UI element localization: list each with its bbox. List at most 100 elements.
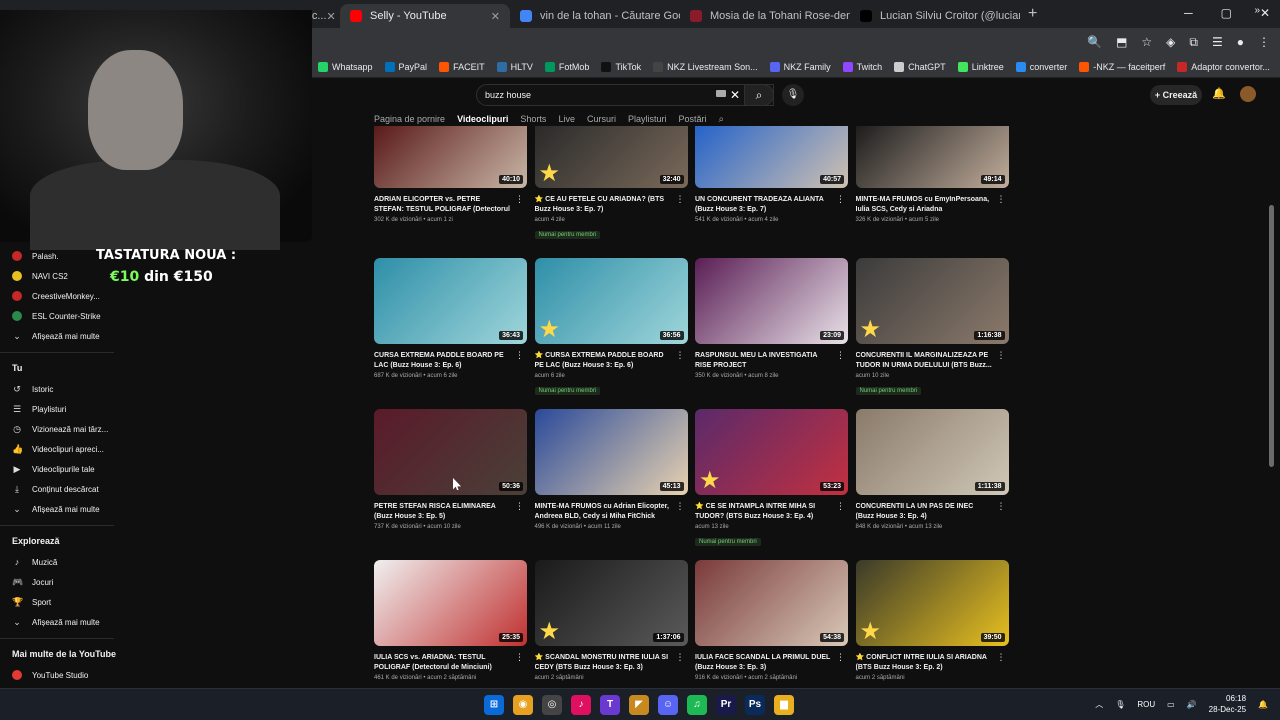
reading-list-icon[interactable]: ☰ — [1212, 35, 1223, 50]
video-card[interactable]: ★ 36:56 ⭐ CURSA EXTREMA PADDLE BOARD PE LA… — [534, 258, 688, 397]
search-button[interactable]: ⌕ — [744, 84, 774, 106]
new-tab-button[interactable]: + — [1028, 5, 1037, 23]
more-options-icon[interactable]: ⋮ — [997, 194, 1006, 205]
video-title[interactable]: ⭐ CE AU FETELE CU ARIADNA? (BTS Buzz Hou… — [535, 195, 673, 215]
bookmark-item[interactable]: Adaptor convertor... — [1177, 61, 1270, 72]
notification-icon[interactable]: 🔔 — [1258, 700, 1268, 709]
bookmark-item[interactable]: PayPal — [384, 61, 427, 72]
video-title[interactable]: IULIA FACE SCANDAL LA PRIMUL DUEL (Buzz … — [695, 653, 833, 673]
more-options-icon[interactable]: ⋮ — [836, 194, 845, 205]
more-options-icon[interactable]: ⋮ — [997, 501, 1006, 512]
premiere-icon[interactable]: Pr — [716, 695, 736, 715]
more-options-icon[interactable]: ⋮ — [836, 501, 845, 512]
chevron-up-icon[interactable]: ︿ — [1095, 699, 1103, 710]
video-card[interactable]: 23:09 RASPUNSUL MEU LA INVESTIGATIA RISE … — [695, 258, 848, 379]
video-title[interactable]: CONCURENTII IL MARGINALIZEAZA PE TUDOR I… — [856, 351, 994, 371]
mic-tray-icon[interactable]: 🎙 — [1115, 700, 1125, 709]
sidebar-item-subscription[interactable]: ESL Counter-Strike — [0, 306, 116, 326]
video-title[interactable]: ADRIAN ELICOPTER vs. PETRE STEFAN: TESTU… — [374, 195, 512, 215]
bookmark-item[interactable]: FACEIT — [439, 61, 485, 72]
video-card[interactable]: ★ 53:23 ⭐ CE SE INTAMPLA INTRE MIHA SI TUD… — [695, 409, 848, 548]
bookmarks-more-icon[interactable]: » — [1254, 5, 1260, 16]
video-title[interactable]: UN CONCURENT TRADEAZA ALIANTA (Buzz Hous… — [695, 195, 833, 215]
sidebar-item[interactable]: ⤓ Conținut descărcat — [0, 479, 116, 499]
sidebar-item[interactable]: 👍 Videoclipuri apreci... — [0, 439, 116, 459]
notifications-bell-icon[interactable]: 🔔 — [1212, 87, 1226, 100]
network-icon[interactable]: ▭ — [1167, 700, 1175, 709]
video-title[interactable]: ⭐ CE SE INTAMPLA INTRE MIHA SI TUDOR? (B… — [695, 502, 833, 522]
video-title[interactable]: MINTE-MA FRUMOS cu EmyInPersoana, Iulia … — [856, 195, 994, 215]
file-explorer-icon[interactable]: ▆ — [774, 695, 794, 715]
video-card[interactable]: 54:38 IULIA FACE SCANDAL LA PRIMUL DUEL (… — [695, 560, 848, 681]
spotify-icon[interactable]: ♫ — [687, 695, 707, 715]
maximize-icon[interactable]: ▢ — [1221, 6, 1232, 20]
more-options-icon[interactable]: ⋮ — [515, 194, 524, 205]
video-title[interactable]: CONCURENTII LA UN PAS DE INEC (Buzz Hous… — [856, 502, 994, 522]
clock[interactable]: 06:18 28-Dec-25 — [1209, 693, 1246, 715]
windows-start-icon[interactable]: ⊞ — [484, 695, 504, 715]
video-card[interactable]: ★ 32:40 ⭐ CE AU FETELE CU ARIADNA? (BTS Bu… — [534, 126, 688, 241]
tab-live[interactable]: Live — [558, 114, 575, 125]
video-title[interactable]: CURSA EXTREMA PADDLE BOARD PE LAC (Buzz … — [374, 351, 512, 371]
chrome-icon[interactable]: ◉ — [513, 695, 533, 715]
keyboard-icon[interactable] — [716, 90, 726, 97]
discord-icon[interactable]: ☺ — [658, 695, 678, 715]
sidebar-section-you[interactable]: Tu — [0, 357, 116, 379]
browser-tab[interactable]: Lucian Silviu Croitor (@luciansi...✕ — [850, 4, 1020, 28]
tab-playlisturi[interactable]: Playlisturi — [628, 114, 667, 125]
tf-icon[interactable]: T — [600, 695, 620, 715]
video-thumbnail[interactable]: 1:11:38 — [855, 409, 1009, 495]
sidebar-item-subscription[interactable]: NAVI CS2 — [0, 266, 116, 286]
video-thumbnail[interactable]: ★ 39:50 — [855, 560, 1009, 646]
video-card[interactable]: 25:35 IULIA SCS vs. ARIADNA: TESTUL POLIG… — [374, 560, 527, 681]
tab-pagina-de-pornire[interactable]: Pagina de pornire — [374, 114, 445, 125]
browser-tab[interactable]: Selly - YouTube ✕ — [340, 4, 510, 28]
bookmark-item[interactable]: ChatGPT — [894, 61, 946, 72]
video-thumbnail[interactable]: 50:36 — [374, 409, 527, 495]
sidebar-item[interactable]: ♪ Muzică — [0, 552, 116, 572]
video-thumbnail[interactable]: 40:10 — [374, 126, 527, 188]
sidebar-section-explore[interactable]: Explorează — [0, 530, 116, 552]
app-icon[interactable]: ◤ — [629, 695, 649, 715]
video-card[interactable]: 50:36 PETRE STEFAN RISCA ELIMINAREA (Buzz… — [374, 409, 527, 530]
share-icon[interactable]: ⬒ — [1116, 35, 1127, 50]
bookmark-item[interactable]: Twitch — [842, 61, 882, 72]
tab-close-icon[interactable]: ✕ — [491, 10, 500, 23]
menu-icon[interactable]: ⋮ — [1258, 35, 1270, 50]
video-thumbnail[interactable]: 49:14 — [855, 126, 1009, 188]
video-thumbnail[interactable]: ★ 1:16:38 — [855, 258, 1009, 344]
more-options-icon[interactable]: ⋮ — [515, 652, 524, 663]
more-options-icon[interactable]: ⋮ — [515, 350, 524, 361]
video-thumbnail[interactable]: 25:35 — [374, 560, 527, 646]
sidebar-item[interactable]: ☰ Playlisturi — [0, 399, 116, 419]
bookmark-item[interactable]: Linktree — [957, 61, 1004, 72]
more-options-icon[interactable]: ⋮ — [515, 501, 524, 512]
sidebar-item[interactable]: ⌄ Afișează mai multe — [0, 612, 116, 632]
video-thumbnail[interactable]: 23:09 — [695, 258, 848, 344]
bookmark-item[interactable]: NKZ Livestream Son... — [653, 61, 758, 72]
bookmark-item[interactable]: converter — [1015, 61, 1067, 72]
more-options-icon[interactable]: ⋮ — [836, 350, 845, 361]
volume-icon[interactable]: 🔊 — [1187, 700, 1197, 709]
obs-icon[interactable]: ◎ — [542, 695, 562, 715]
video-thumbnail[interactable]: ★ 53:23 — [695, 409, 848, 495]
sidebar-item[interactable]: ◷ Vizionează mai târz... — [0, 419, 116, 439]
photoshop-icon[interactable]: Ps — [745, 695, 765, 715]
bookmark-item[interactable]: FotMob — [544, 61, 589, 72]
sidebar-item[interactable]: ▶ Videoclipurile tale — [0, 459, 116, 479]
channel-search-icon[interactable]: ⌕ — [719, 114, 725, 125]
video-title[interactable]: ⭐ SCANDAL MONSTRU INTRE IULIA SI CEDY (B… — [535, 653, 673, 673]
video-card[interactable]: 49:14 MINTE-MA FRUMOS cu EmyInPersoana, I… — [855, 126, 1009, 223]
voice-search-button[interactable]: 🎙 — [782, 84, 804, 106]
avatar[interactable] — [1240, 86, 1256, 102]
video-title[interactable]: ⭐ CONFLICT INTRE IULIA SI ARIADNA (BTS B… — [856, 653, 994, 673]
video-card[interactable]: 1:11:38 CONCURENTII LA UN PAS DE INEC (Bu… — [855, 409, 1009, 530]
video-title[interactable]: MINTE-MA FRUMOS cu Adrian Elicopter, And… — [535, 502, 673, 522]
sidebar-item-subscription[interactable]: CreestiveMonkey... — [0, 286, 116, 306]
more-options-icon[interactable]: ⋮ — [997, 350, 1006, 361]
close-window-icon[interactable]: ✕ — [1260, 6, 1270, 20]
tab-shorts[interactable]: Shorts — [520, 114, 546, 125]
more-options-icon[interactable]: ⋮ — [676, 501, 685, 512]
sidebar-item[interactable]: 🏆 Sport — [0, 592, 116, 612]
video-title[interactable]: IULIA SCS vs. ARIADNA: TESTUL POLIGRAF (… — [374, 653, 512, 673]
